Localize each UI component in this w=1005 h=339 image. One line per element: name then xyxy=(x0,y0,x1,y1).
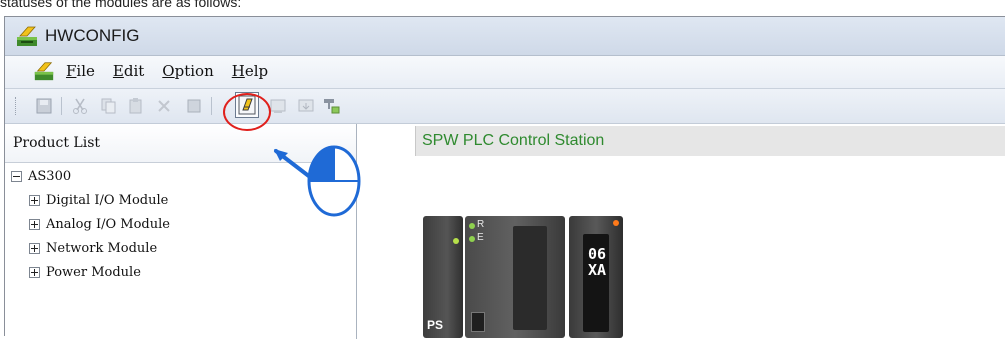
document-caption: statuses of the modules are as follows: xyxy=(0,0,242,10)
cpu-module[interactable]: R E xyxy=(465,216,565,338)
hwconfig-app-icon xyxy=(17,26,37,46)
mouse-click-icon xyxy=(274,145,361,217)
collapse-icon[interactable] xyxy=(11,170,22,182)
title-bar: HWCONFIG xyxy=(5,17,1005,56)
copy-icon[interactable] xyxy=(97,95,119,117)
tree-node-label: Network Module xyxy=(46,240,158,256)
toolbar-separator xyxy=(211,97,212,115)
cpu-port xyxy=(471,312,485,332)
window-title: HWCONFIG xyxy=(45,26,140,45)
tree-node-as300[interactable]: AS300 xyxy=(11,166,71,186)
error-led xyxy=(469,236,475,242)
product-list-title: Product List xyxy=(13,135,101,151)
tree-node-label: AS300 xyxy=(28,168,72,184)
station-view: SPW PLC Control Station PS R E 06 XA xyxy=(357,124,1005,339)
menu-bar: File Edit Option Help xyxy=(5,56,1005,89)
network-icon[interactable] xyxy=(321,95,343,117)
power-module-label: PS xyxy=(427,318,444,332)
error-led-label: E xyxy=(477,232,484,243)
toolbar-separator xyxy=(61,97,62,115)
hwconfig-window: HWCONFIG File Edit Option Help Product L… xyxy=(4,16,1005,339)
toolbar-grip[interactable] xyxy=(15,97,19,115)
module-icon[interactable] xyxy=(183,95,205,117)
toolbar xyxy=(5,89,1005,124)
digital-io-module[interactable]: 06 XA xyxy=(569,216,623,338)
menu-option[interactable]: Option xyxy=(159,62,216,80)
download-icon[interactable] xyxy=(295,95,317,117)
run-led xyxy=(469,223,475,229)
paste-icon[interactable] xyxy=(125,95,147,117)
io-status-led xyxy=(613,220,619,226)
station-label: SPW PLC Control Station xyxy=(422,132,605,149)
tree-node-label: Power Module xyxy=(46,264,141,280)
power-led xyxy=(453,238,459,244)
expand-icon[interactable] xyxy=(29,242,40,254)
save-icon[interactable] xyxy=(33,95,55,117)
tree-node-label: Digital I/O Module xyxy=(46,192,169,208)
cpu-connector xyxy=(513,226,547,330)
expand-icon[interactable] xyxy=(29,194,40,206)
delete-icon[interactable] xyxy=(153,95,175,117)
menu-file[interactable]: File xyxy=(63,62,98,80)
expand-icon[interactable] xyxy=(29,218,40,230)
expand-icon[interactable] xyxy=(29,266,40,278)
menu-help[interactable]: Help xyxy=(229,62,271,80)
tree-node-digital-io[interactable]: Digital I/O Module xyxy=(29,190,168,210)
run-led-label: R xyxy=(477,219,485,230)
tree-node-network[interactable]: Network Module xyxy=(29,238,157,258)
cut-icon[interactable] xyxy=(69,95,91,117)
station-header: SPW PLC Control Station xyxy=(415,126,1005,156)
hwconfig-menu-icon[interactable] xyxy=(33,60,55,82)
menu-edit[interactable]: Edit xyxy=(110,62,147,80)
highlight-ellipse xyxy=(223,93,271,131)
tree-node-label: Analog I/O Module xyxy=(46,216,170,232)
power-supply-module[interactable]: PS xyxy=(423,216,463,338)
tree-node-analog-io[interactable]: Analog I/O Module xyxy=(29,214,170,234)
io-module-label: 06 XA xyxy=(587,245,607,279)
tree-node-power[interactable]: Power Module xyxy=(29,262,141,282)
